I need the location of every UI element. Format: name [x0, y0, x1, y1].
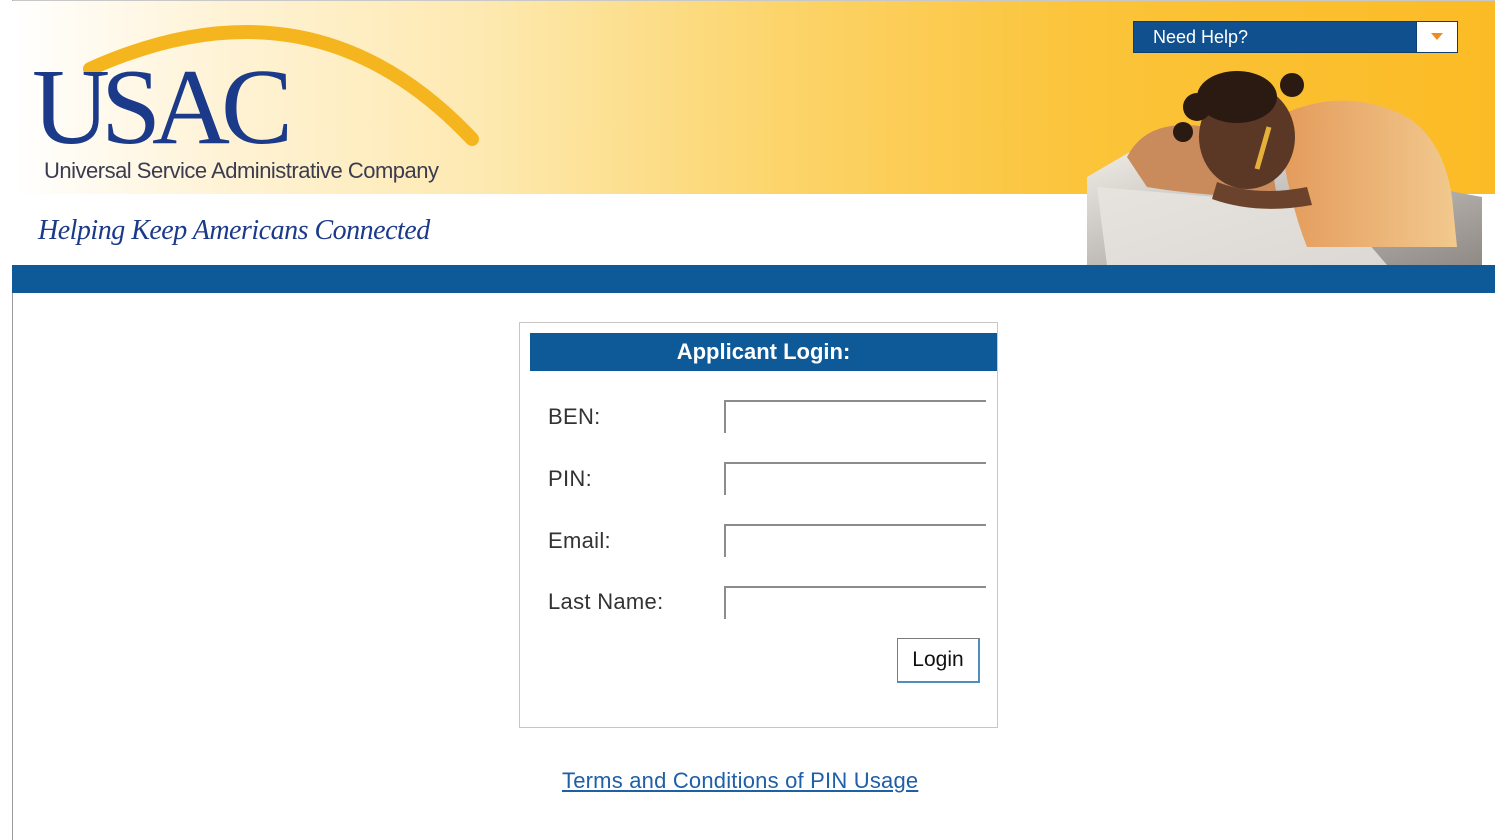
student-photo	[1087, 71, 1482, 265]
header-divider-bar	[12, 265, 1495, 293]
last-name-label: Last Name:	[548, 589, 664, 614]
last-name-input[interactable]	[724, 586, 986, 619]
terms-and-conditions-link[interactable]: Terms and Conditions of PIN Usage	[562, 768, 918, 794]
login-panel-title: Applicant Login:	[530, 333, 997, 371]
usac-logo[interactable]: USAC	[32, 54, 293, 162]
applicant-login-panel: Applicant Login: BEN: PIN: Email: Last N…	[519, 322, 998, 728]
tagline: Helping Keep Americans Connected	[38, 215, 430, 246]
ben-label: BEN:	[548, 404, 601, 429]
login-button[interactable]: Login	[897, 638, 980, 683]
caret-down-icon[interactable]	[1416, 22, 1457, 52]
email-input[interactable]	[724, 524, 986, 557]
pin-label: PIN:	[548, 466, 592, 491]
email-label: Email:	[548, 528, 611, 553]
site-header: USAC Universal Service Administrative Co…	[12, 1, 1495, 265]
need-help-label: Need Help?	[1153, 27, 1249, 47]
pin-input[interactable]	[724, 462, 986, 495]
need-help-dropdown[interactable]: Need Help?	[1133, 21, 1458, 53]
company-name: Universal Service Administrative Company	[44, 158, 439, 183]
ben-input[interactable]	[724, 400, 986, 433]
